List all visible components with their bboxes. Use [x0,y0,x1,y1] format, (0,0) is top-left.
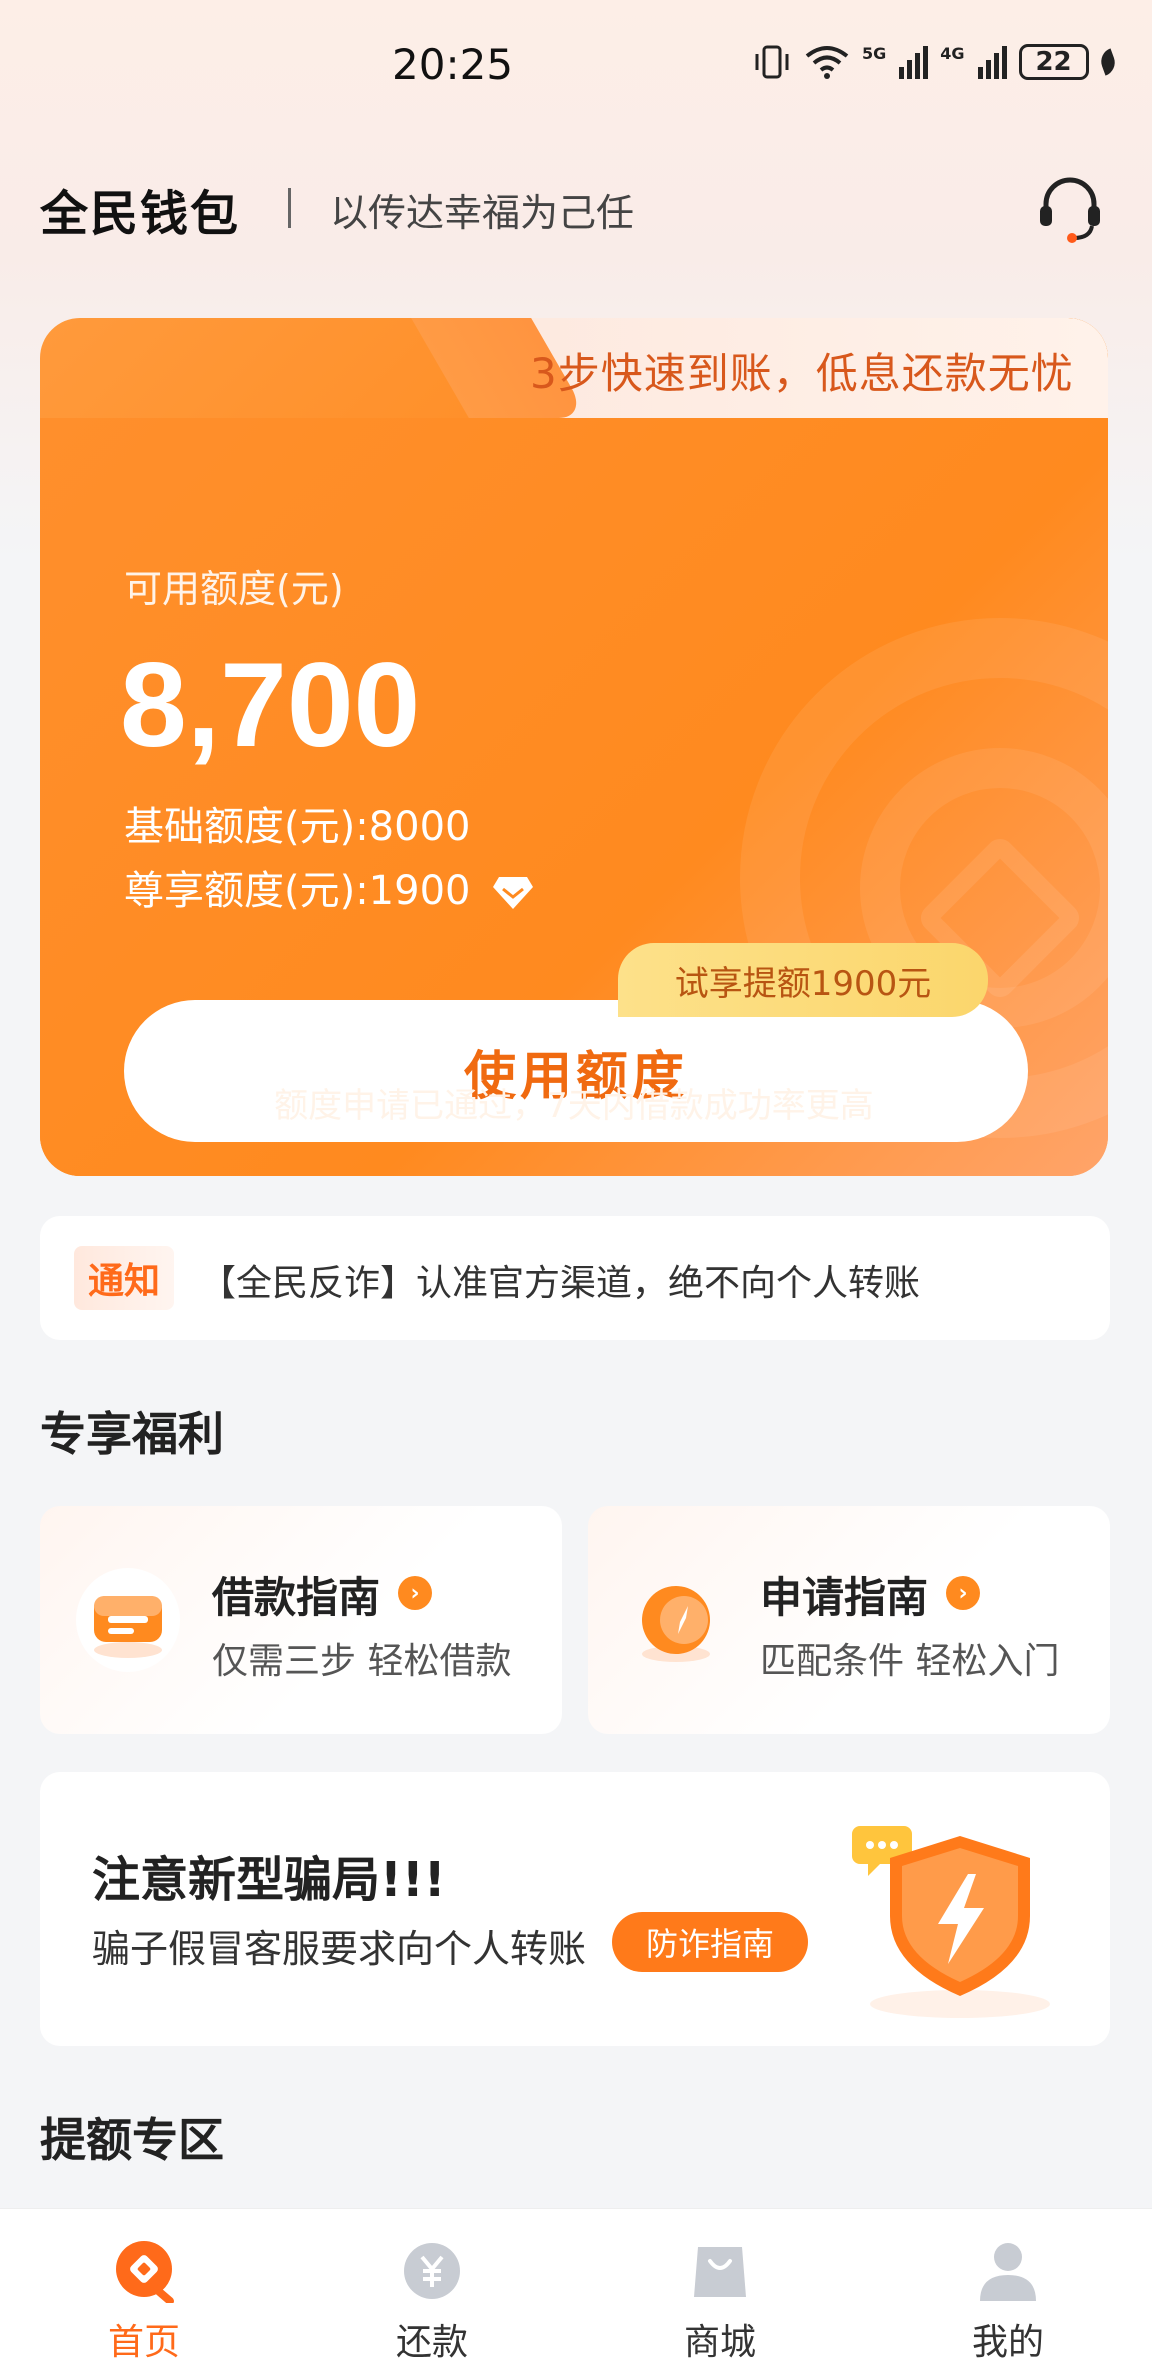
fraud-warning-desc: 骗子假冒客服要求向个人转账 [92,1927,587,1971]
yuan-coin-icon [404,2243,460,2299]
status-bar: 20:25 5G 4G 22 [0,0,1152,140]
loan-guide-card[interactable]: 借款指南 › 仅需三步 轻松借款 [40,1506,562,1734]
loan-guide-icon [76,1568,180,1672]
loan-guide-subtitle: 仅需三步 轻松借款 [212,1641,512,1682]
trial-limit-badge[interactable]: 试享提额1900元 [618,943,988,1017]
battery-indicator: 22 [1018,44,1089,80]
status-time: 20:25 [392,40,514,89]
nav-label-home: 首页 [107,2322,180,2363]
notice-tag: 通知 [74,1246,174,1310]
signal-bars-icon [899,46,929,79]
loan-guide-title: 借款指南 [212,1573,381,1622]
approval-note: 额度申请已通过，7天内借款成功率更高 [274,1086,874,1126]
customer-service-icon[interactable] [1034,172,1106,244]
fraud-warning-card: 注意新型骗局!!! 骗子假冒客服要求向个人转账 防诈指南 [40,1772,1110,2046]
credit-limit-card: 3步快速到账，低息还款无忧 可用额度(元) 8,700 基础额度(元):8000… [40,318,1108,1176]
compass-icon [642,1586,710,1662]
vibrate-icon [755,45,789,79]
brand-slogan: 以传达幸福为己任 [330,191,635,235]
apply-guide-title: 申请指南 [760,1573,929,1622]
bottom-nav: 首页 还款 商城 我的 [0,2208,1152,2376]
nav-label-mall: 商城 [683,2322,756,2363]
eco-leaf-icon [1096,48,1119,76]
app-header: 全民钱包 以传达幸福为己任 [40,168,1112,248]
anti-fraud-guide-button[interactable]: 防诈指南 [612,1912,808,1972]
nav-label-repay: 还款 [395,2322,468,2363]
notice-text: 【全民反诈】认准官方渠道，绝不向个人转账 [200,1263,921,1304]
chevron-right-icon: › [398,1576,432,1610]
base-limit-text: 基础额度(元):8000 [124,804,471,850]
status-icons: 5G 4G 22 [752,44,1119,80]
diamond-icon [493,877,534,909]
nav-item-mall[interactable]: 商城 [576,2209,864,2376]
vip-limit-row: 尊享额度(元):1900 [124,858,535,916]
shield-lightning-icon [852,1826,1050,2018]
limit-zone-title: 提额专区 [40,2113,224,2167]
apply-guide-subtitle: 匹配条件 轻松入门 [760,1641,1060,1682]
available-limit-amount: 8,700 [120,638,421,772]
user-icon [980,2243,1036,2301]
card-tab-text: 3步快速到账，低息还款无忧 [530,349,1074,398]
signal-4g-label: 4G [940,44,965,63]
card-body: 可用额度(元) 8,700 基础额度(元):8000 尊享额度(元):1900 … [40,418,1108,1176]
nav-item-mine[interactable]: 我的 [864,2209,1152,2376]
chevron-right-icon: › [946,1576,980,1610]
wifi-icon [805,46,849,79]
home-icon [116,2241,174,2303]
brand-name: 全民钱包 [40,186,241,242]
fraud-warning-title: 注意新型骗局!!! [92,1852,446,1908]
nav-item-home[interactable]: 首页 [0,2209,288,2376]
nav-item-repay[interactable]: 还款 [288,2209,576,2376]
nav-label-mine: 我的 [971,2322,1044,2363]
available-limit-label: 可用额度(元) [124,567,344,611]
benefits-section-title: 专享福利 [40,1407,224,1461]
notice-bar[interactable]: 通知 【全民反诈】认准官方渠道，绝不向个人转账 [40,1216,1110,1340]
signal-bars-icon [977,46,1007,79]
header-divider [288,188,291,228]
signal-5g-label: 5G [862,44,887,63]
vip-limit-text: 尊享额度(元):1900 [124,868,471,914]
apply-guide-card[interactable]: 申请指南 › 匹配条件 轻松入门 [588,1506,1110,1734]
shopping-bag-icon [694,2247,746,2297]
